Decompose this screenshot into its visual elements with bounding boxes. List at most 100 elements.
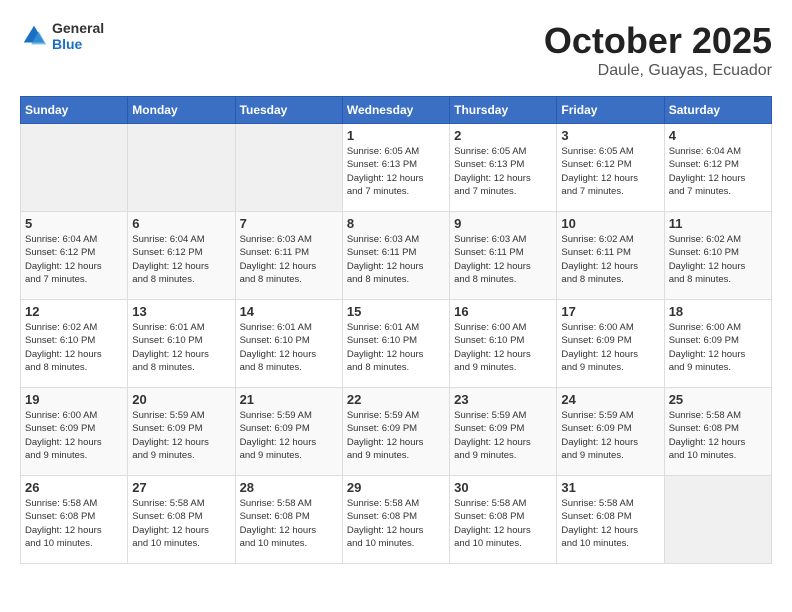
calendar-cell: 27Sunrise: 5:58 AM Sunset: 6:08 PM Dayli… (128, 476, 235, 564)
calendar-cell: 15Sunrise: 6:01 AM Sunset: 6:10 PM Dayli… (342, 300, 449, 388)
calendar-cell: 24 Sunrise: 5:59 AM Sunset: 6:09 PM Dayli… (557, 388, 664, 476)
calendar-cell: 8Sunrise: 6:03 AM Sunset: 6:11 PM Daylig… (342, 212, 449, 300)
calendar-cell: 21Sunrise: 5:59 AM Sunset: 6:09 PM Dayli… (235, 388, 342, 476)
day-number: 23 (454, 392, 552, 407)
day-info: Sunrise: 6:00 AM Sunset: 6:09 PM Dayligh… (561, 321, 659, 374)
day-number: 19 (25, 392, 123, 407)
day-number: 7 (240, 216, 338, 231)
day-info: Sunrise: 6:02 AM Sunset: 6:10 PM Dayligh… (669, 233, 767, 286)
calendar-cell: 31 Sunrise: 5:58 AM Sunset: 6:08 PM Dayli… (557, 476, 664, 564)
day-info: Sunrise: 5:59 AM Sunset: 6:09 PM Dayligh… (454, 409, 552, 462)
day-number: 2 (454, 128, 552, 143)
day-info: Sunrise: 5:58 AM Sunset: 6:08 PM Dayligh… (454, 497, 552, 550)
calendar-cell (128, 124, 235, 212)
day-number: 13 (132, 304, 230, 319)
calendar-cell: 16 Sunrise: 6:00 AM Sunset: 6:10 PM Dayli… (450, 300, 557, 388)
day-info: Sunrise: 6:04 AM Sunset: 6:12 PM Dayligh… (669, 145, 767, 198)
page-header: General Blue October 2025 Daule, Guayas,… (20, 20, 772, 80)
calendar-week-1: 1 Sunrise: 6:05 AM Sunset: 6:13 PM Daylig… (21, 124, 772, 212)
day-info: Sunrise: 6:05 AM Sunset: 6:13 PM Dayligh… (454, 145, 552, 198)
day-number: 12 (25, 304, 123, 319)
calendar-cell: 3 Sunrise: 6:05 AM Sunset: 6:12 PM Daylig… (557, 124, 664, 212)
calendar-cell: 23 Sunrise: 5:59 AM Sunset: 6:09 PM Dayli… (450, 388, 557, 476)
weekday-header-tuesday: Tuesday (235, 97, 342, 124)
page-subtitle: Daule, Guayas, Ecuador (544, 62, 772, 80)
day-info: Sunrise: 6:01 AM Sunset: 6:10 PM Dayligh… (132, 321, 230, 374)
day-number: 29 (347, 480, 445, 495)
calendar-cell: 4 Sunrise: 6:04 AM Sunset: 6:12 PM Daylig… (664, 124, 771, 212)
day-info: Sunrise: 6:03 AM Sunset: 6:11 PM Dayligh… (454, 233, 552, 286)
calendar-cell: 13 Sunrise: 6:01 AM Sunset: 6:10 PM Dayli… (128, 300, 235, 388)
calendar-cell (21, 124, 128, 212)
calendar-header-row: SundayMondayTuesdayWednesdayThursdayFrid… (21, 97, 772, 124)
day-number: 26 (25, 480, 123, 495)
day-info: Sunrise: 5:58 AM Sunset: 6:08 PM Dayligh… (561, 497, 659, 550)
calendar-cell: 25Sunrise: 5:58 AM Sunset: 6:08 PM Dayli… (664, 388, 771, 476)
day-info: Sunrise: 6:04 AM Sunset: 6:12 PM Dayligh… (25, 233, 123, 286)
calendar-cell: 18 Sunrise: 6:00 AM Sunset: 6:09 PM Dayli… (664, 300, 771, 388)
weekday-header-wednesday: Wednesday (342, 97, 449, 124)
calendar-cell: 6 Sunrise: 6:04 AM Sunset: 6:12 PM Daylig… (128, 212, 235, 300)
calendar-week-3: 12 Sunrise: 6:02 AM Sunset: 6:10 PM Dayli… (21, 300, 772, 388)
day-number: 28 (240, 480, 338, 495)
day-number: 6 (132, 216, 230, 231)
day-number: 3 (561, 128, 659, 143)
calendar-week-5: 26 Sunrise: 5:58 AM Sunset: 6:08 PM Dayli… (21, 476, 772, 564)
day-info: Sunrise: 6:05 AM Sunset: 6:13 PM Dayligh… (347, 145, 445, 198)
day-info: Sunrise: 6:00 AM Sunset: 6:10 PM Dayligh… (454, 321, 552, 374)
calendar-cell (235, 124, 342, 212)
day-info: Sunrise: 5:59 AM Sunset: 6:09 PM Dayligh… (240, 409, 338, 462)
day-info: Sunrise: 6:00 AM Sunset: 6:09 PM Dayligh… (669, 321, 767, 374)
calendar-cell: 9Sunrise: 6:03 AM Sunset: 6:11 PM Daylig… (450, 212, 557, 300)
calendar-cell: 7Sunrise: 6:03 AM Sunset: 6:11 PM Daylig… (235, 212, 342, 300)
day-info: Sunrise: 6:00 AM Sunset: 6:09 PM Dayligh… (25, 409, 123, 462)
calendar-week-2: 5Sunrise: 6:04 AM Sunset: 6:12 PM Daylig… (21, 212, 772, 300)
day-info: Sunrise: 6:05 AM Sunset: 6:12 PM Dayligh… (561, 145, 659, 198)
day-number: 25 (669, 392, 767, 407)
day-number: 31 (561, 480, 659, 495)
logo-icon (20, 22, 48, 50)
day-info: Sunrise: 5:59 AM Sunset: 6:09 PM Dayligh… (561, 409, 659, 462)
day-number: 11 (669, 216, 767, 231)
calendar-cell: 19 Sunrise: 6:00 AM Sunset: 6:09 PM Dayli… (21, 388, 128, 476)
weekday-header-sunday: Sunday (21, 97, 128, 124)
day-info: Sunrise: 6:04 AM Sunset: 6:12 PM Dayligh… (132, 233, 230, 286)
day-info: Sunrise: 5:58 AM Sunset: 6:08 PM Dayligh… (240, 497, 338, 550)
calendar-cell: 5Sunrise: 6:04 AM Sunset: 6:12 PM Daylig… (21, 212, 128, 300)
day-number: 20 (132, 392, 230, 407)
day-info: Sunrise: 5:59 AM Sunset: 6:09 PM Dayligh… (347, 409, 445, 462)
day-info: Sunrise: 6:02 AM Sunset: 6:10 PM Dayligh… (25, 321, 123, 374)
title-block: October 2025 Daule, Guayas, Ecuador (544, 20, 772, 80)
day-number: 14 (240, 304, 338, 319)
day-number: 30 (454, 480, 552, 495)
day-number: 15 (347, 304, 445, 319)
day-number: 1 (347, 128, 445, 143)
calendar-cell: 2 Sunrise: 6:05 AM Sunset: 6:13 PM Daylig… (450, 124, 557, 212)
calendar-cell: 17 Sunrise: 6:00 AM Sunset: 6:09 PM Dayli… (557, 300, 664, 388)
day-number: 8 (347, 216, 445, 231)
weekday-header-saturday: Saturday (664, 97, 771, 124)
day-number: 16 (454, 304, 552, 319)
calendar-cell: 1 Sunrise: 6:05 AM Sunset: 6:13 PM Daylig… (342, 124, 449, 212)
calendar-week-4: 19 Sunrise: 6:00 AM Sunset: 6:09 PM Dayli… (21, 388, 772, 476)
calendar-body: 1 Sunrise: 6:05 AM Sunset: 6:13 PM Daylig… (21, 124, 772, 564)
day-info: Sunrise: 5:58 AM Sunset: 6:08 PM Dayligh… (347, 497, 445, 550)
day-info: Sunrise: 5:59 AM Sunset: 6:09 PM Dayligh… (132, 409, 230, 462)
calendar-cell: 14Sunrise: 6:01 AM Sunset: 6:10 PM Dayli… (235, 300, 342, 388)
day-number: 24 (561, 392, 659, 407)
day-number: 18 (669, 304, 767, 319)
calendar-cell: 29 Sunrise: 5:58 AM Sunset: 6:08 PM Dayli… (342, 476, 449, 564)
day-number: 4 (669, 128, 767, 143)
calendar-cell: 28 Sunrise: 5:58 AM Sunset: 6:08 PM Dayli… (235, 476, 342, 564)
calendar-cell: 10Sunrise: 6:02 AM Sunset: 6:11 PM Dayli… (557, 212, 664, 300)
logo-blue-text: Blue (52, 36, 104, 52)
logo: General Blue (20, 20, 104, 52)
weekday-header-monday: Monday (128, 97, 235, 124)
page-title: October 2025 (544, 20, 772, 62)
calendar-cell (664, 476, 771, 564)
calendar-table: SundayMondayTuesdayWednesdayThursdayFrid… (20, 96, 772, 564)
day-number: 17 (561, 304, 659, 319)
calendar-cell: 30 Sunrise: 5:58 AM Sunset: 6:08 PM Dayli… (450, 476, 557, 564)
day-info: Sunrise: 5:58 AM Sunset: 6:08 PM Dayligh… (25, 497, 123, 550)
day-number: 10 (561, 216, 659, 231)
